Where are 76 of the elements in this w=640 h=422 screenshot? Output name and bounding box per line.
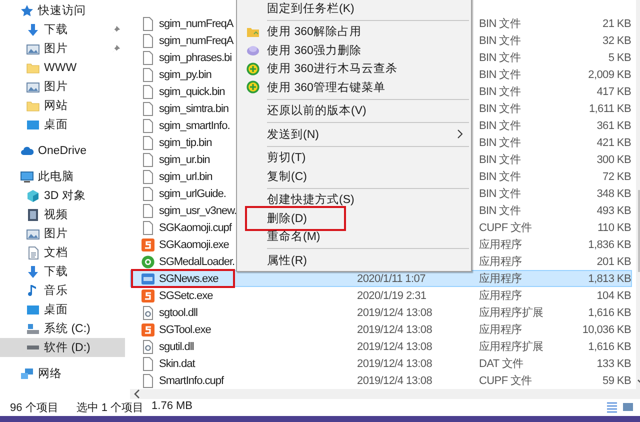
file-name: sgim_url.bin xyxy=(159,170,212,182)
file-size: 348 KB xyxy=(596,188,631,200)
file-date: 2019/12/4 13:08 xyxy=(357,324,432,336)
file-name: sgim_quick.bin xyxy=(159,86,225,98)
file-type: BIN 文件 xyxy=(479,136,521,150)
file-size: 32 KB xyxy=(602,34,631,46)
file-type: BIN 文件 xyxy=(479,170,521,184)
file-type: BIN 文件 xyxy=(479,68,521,82)
file-type: BIN 文件 xyxy=(479,118,521,133)
file-type: CUPF 文件 xyxy=(479,220,532,235)
file-name: SGNews.exe xyxy=(159,272,218,284)
file-size: 1,836 KB xyxy=(588,238,631,250)
file-type: BIN 文件 xyxy=(479,152,521,167)
file-name: sgim_urlGuide. xyxy=(159,188,226,200)
file-name: SGKaomoji.cupf xyxy=(159,222,232,234)
file-name: sgim_ur.bin xyxy=(159,154,210,166)
file-type: BIN 文件 xyxy=(479,84,521,99)
file-date: 2019/12/4 13:08 xyxy=(357,340,432,352)
file-type: DAT 文件 xyxy=(479,356,524,371)
file-size: 300 KB xyxy=(596,154,631,166)
file-name: sgim_numFreqA xyxy=(159,18,234,30)
file-size: 1,813 KB xyxy=(588,272,631,284)
file-date: 2020/1/19 2:31 xyxy=(357,290,426,302)
file-type: 应用程序 xyxy=(479,322,522,337)
file-name: sgim_smartInfo. xyxy=(159,120,230,132)
file-size: 1,611 KB xyxy=(588,102,631,114)
file-size: 21 KB xyxy=(602,18,631,30)
file-name: SGTool.exe xyxy=(159,324,211,336)
file-name: sgim_phrases.bi xyxy=(159,52,232,64)
file-name: sgtool.dll xyxy=(159,306,198,318)
file-type: 应用程序 xyxy=(479,288,522,303)
file-name: SGMedalLoader. xyxy=(159,256,235,268)
selection-count: 选中 1 个项目 xyxy=(76,400,144,414)
file-type: 应用程序 xyxy=(479,272,522,286)
file-date: 2019/12/4 13:08 xyxy=(357,306,432,318)
file-size: 133 KB xyxy=(596,358,631,370)
file-size: 361 KB xyxy=(596,120,631,132)
file-size: 493 KB xyxy=(596,204,631,216)
selection-size: 1.76 MB xyxy=(152,400,192,414)
file-size: 72 KB xyxy=(602,170,631,182)
file-date: 2019/12/4 13:08 xyxy=(357,358,432,370)
file-type: 应用程序扩展 xyxy=(479,306,544,320)
file-type: BIN 文件 xyxy=(479,204,521,218)
file-date: 2020/1/11 1:07 xyxy=(357,272,426,284)
file-type: BIN 文件 xyxy=(479,186,521,201)
file-type: 应用程序扩展 xyxy=(479,340,544,354)
file-size: 59 KB xyxy=(602,374,631,386)
file-size: 417 KB xyxy=(596,86,631,98)
file-size: 421 KB xyxy=(596,136,631,148)
file-date: 2019/12/4 13:08 xyxy=(357,374,432,386)
file-name: SmartInfo.cupf xyxy=(159,374,224,386)
file-size: 104 KB xyxy=(596,290,631,302)
file-name: SGSetc.exe xyxy=(159,290,213,302)
file-size: 2,009 KB xyxy=(588,68,631,80)
file-name: Skin.dat xyxy=(159,358,195,370)
file-size: 10,036 KB xyxy=(582,324,631,336)
file-name: sgim_tip.bin xyxy=(159,136,212,148)
file-size: 1,616 KB xyxy=(588,306,631,318)
file-size: 5 KB xyxy=(608,52,631,64)
file-type: BIN 文件 xyxy=(479,34,521,48)
file-name: SGKaomoji.exe xyxy=(159,238,229,250)
file-type: BIN 文件 xyxy=(479,50,521,65)
file-size: 110 KB xyxy=(598,222,631,234)
file-name: sgutil.dll xyxy=(159,340,194,352)
file-type: CUPF 文件 xyxy=(479,374,532,388)
file-name: sgim_usr_v3new. xyxy=(159,204,236,216)
item-count: 96 个项目 xyxy=(10,400,58,414)
file-type: BIN 文件 xyxy=(479,16,521,31)
file-type: 应用程序 xyxy=(479,238,522,252)
file-type: 应用程序 xyxy=(479,254,522,269)
file-type: BIN 文件 xyxy=(479,102,521,116)
file-name: sgim_numFreqA xyxy=(159,34,234,46)
file-size: 1,616 KB xyxy=(588,340,631,352)
file-name: sgim_py.bin xyxy=(159,68,212,80)
file-size: 201 KB xyxy=(596,256,631,268)
file-name: sgim_simtra.bin xyxy=(159,102,229,114)
